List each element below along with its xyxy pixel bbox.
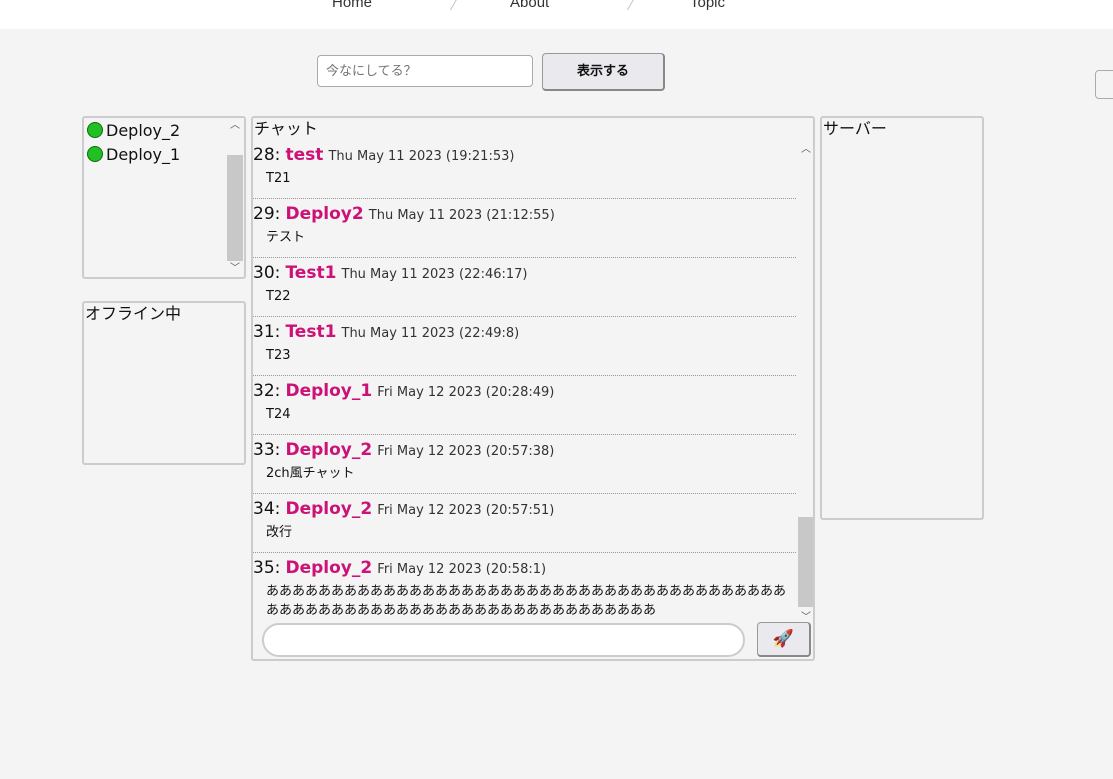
chat-message: 33: Deploy_2 Fri May 12 2023 (20:57:38) …: [253, 435, 796, 494]
message-author[interactable]: Test1: [285, 263, 336, 283]
online-user-row[interactable]: Deploy_2: [84, 118, 244, 142]
chat-message-input[interactable]: [262, 623, 745, 657]
chat-message: 28: test Thu May 11 2023 (19:21:53) T21: [253, 140, 796, 199]
message-author[interactable]: Test1: [285, 322, 336, 342]
message-body: T22: [266, 289, 291, 304]
chat-message: 29: Deploy2 Thu May 11 2023 (21:12:55) テ…: [253, 199, 796, 258]
message-author[interactable]: Deploy_2: [285, 499, 372, 519]
message-date: Thu May 11 2023 (22:49:8): [341, 326, 520, 341]
top-navigation: Home About Topic: [0, 0, 1113, 29]
online-status-icon: [87, 146, 103, 162]
scroll-up-icon[interactable]: ︿: [797, 142, 813, 158]
message-author[interactable]: Deploy_1: [285, 381, 372, 401]
scroll-down-icon[interactable]: ﹀: [226, 261, 244, 277]
message-body: 2ch風チャット: [266, 466, 355, 481]
message-date: Fri May 12 2023 (20:28:49): [377, 385, 555, 400]
message-body: テスト: [266, 230, 306, 245]
chat-title: チャット: [254, 119, 318, 138]
nav-about-link[interactable]: About: [510, 0, 549, 11]
nav-home-link[interactable]: Home: [332, 0, 372, 11]
nav-separator: [612, 0, 637, 10]
nav-separator: [435, 0, 460, 10]
message-body: T24: [266, 407, 291, 422]
message-number: 34:: [253, 499, 281, 519]
chat-message: 35: Deploy_2 Fri May 12 2023 (20:58:1) あ…: [253, 553, 796, 618]
message-number: 33:: [253, 440, 281, 460]
message-body: ああああああああああああああああああああああああああああああああああああああああ…: [266, 584, 787, 618]
scrollbar-thumb[interactable]: [798, 517, 813, 607]
rocket-icon: 🚀: [772, 629, 795, 649]
message-number: 31:: [253, 322, 281, 342]
message-date: Thu May 11 2023 (19:21:53): [328, 149, 515, 164]
server-title: サーバー: [823, 119, 887, 138]
message-body: T21: [266, 171, 291, 186]
message-date: Fri May 12 2023 (20:57:38): [377, 444, 555, 459]
chat-panel: チャット 28: test Thu May 11 2023 (19:21:53)…: [251, 116, 815, 661]
message-number: 35:: [253, 558, 281, 578]
message-author[interactable]: Deploy2: [285, 204, 363, 224]
scrollbar-thumb[interactable]: [227, 155, 243, 261]
message-date: Fri May 12 2023 (20:58:1): [377, 562, 547, 577]
online-status-icon: [87, 122, 103, 138]
chat-scrollbar[interactable]: ︿ ﹀: [797, 140, 813, 624]
status-input[interactable]: [317, 55, 533, 87]
send-button[interactable]: 🚀: [757, 622, 811, 657]
scroll-up-icon[interactable]: ︿: [226, 118, 244, 134]
message-author[interactable]: test: [285, 145, 323, 165]
message-author[interactable]: Deploy_2: [285, 558, 372, 578]
online-scrollbar[interactable]: ︿ ﹀: [226, 118, 244, 277]
message-number: 29:: [253, 204, 281, 224]
message-body: 改行: [266, 525, 293, 540]
nav-topic-link[interactable]: Topic: [690, 0, 725, 11]
message-number: 32:: [253, 381, 281, 401]
chat-message: 34: Deploy_2 Fri May 12 2023 (20:57:51) …: [253, 494, 796, 553]
offline-title: オフライン中: [85, 304, 182, 323]
message-number: 28:: [253, 145, 281, 165]
message-body: T23: [266, 348, 291, 363]
offline-users-panel: オフライン中: [82, 301, 246, 465]
message-date: Fri May 12 2023 (20:57:51): [377, 503, 555, 518]
online-user-name: Deploy_2: [106, 120, 181, 140]
server-panel: サーバー: [820, 116, 984, 520]
chat-message: 30: Test1 Thu May 11 2023 (22:46:17) T22: [253, 258, 796, 317]
show-button[interactable]: 表示する: [542, 53, 665, 91]
online-user-row[interactable]: Deploy_1: [84, 142, 244, 166]
message-author[interactable]: Deploy_2: [285, 440, 372, 460]
chat-message: 31: Test1 Thu May 11 2023 (22:49:8) T23: [253, 317, 796, 376]
chat-message: 32: Deploy_1 Fri May 12 2023 (20:28:49) …: [253, 376, 796, 435]
message-date: Thu May 11 2023 (22:46:17): [341, 267, 528, 282]
message-date: Thu May 11 2023 (21:12:55): [368, 208, 555, 223]
chat-message-list: 28: test Thu May 11 2023 (19:21:53) T21 …: [253, 140, 796, 618]
edge-button[interactable]: [1095, 70, 1113, 99]
online-user-name: Deploy_1: [106, 144, 181, 164]
message-number: 30:: [253, 263, 281, 283]
online-users-panel: Deploy_2 Deploy_1 ︿ ﹀: [82, 116, 246, 279]
